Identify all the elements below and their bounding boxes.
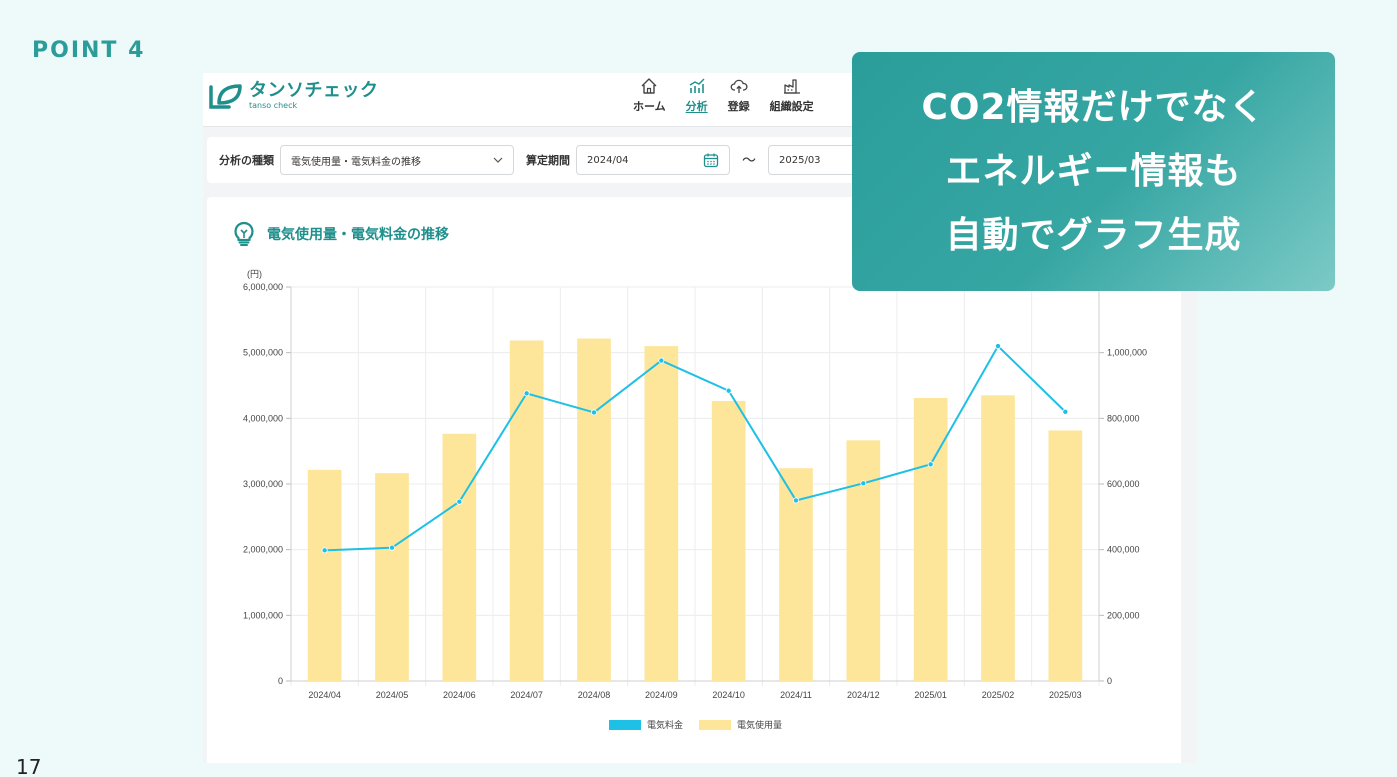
legend-label-cost: 電気料金 <box>647 719 683 730</box>
point-electricity-cost <box>927 461 934 468</box>
y-left-tick-label: 5,000,000 <box>243 348 283 358</box>
point-electricity-cost <box>658 357 665 364</box>
point-electricity-cost <box>1062 408 1069 415</box>
x-tick-label: 2024/10 <box>712 690 745 700</box>
point-electricity-cost <box>523 390 530 397</box>
logo[interactable]: タンソチェック tanso check <box>207 81 379 111</box>
point-electricity-cost <box>321 547 328 554</box>
point-electricity-cost <box>456 498 463 505</box>
nav-label-home: ホーム <box>633 100 666 113</box>
bar-electricity-usage <box>711 400 746 681</box>
period-separator: 〜 <box>742 153 756 169</box>
point-electricity-cost <box>860 480 867 487</box>
point-label: POINT 4 <box>32 38 146 63</box>
logo-name: タンソチェック <box>249 80 379 101</box>
point-electricity-cost <box>725 387 732 394</box>
x-tick-label: 2025/02 <box>982 690 1015 700</box>
period-label: 算定期間 <box>526 154 570 167</box>
legend-swatch-cost <box>609 720 641 730</box>
y-right-tick-label: 0 <box>1107 676 1112 686</box>
analytics-icon <box>689 78 705 93</box>
y-left-tick-label: 6,000,000 <box>243 282 283 292</box>
bar-electricity-usage <box>375 473 409 681</box>
legend-swatch-usage <box>699 720 731 730</box>
bar-electricity-usage <box>644 346 679 681</box>
home-icon <box>641 78 657 94</box>
bar-electricity-usage <box>1048 430 1083 681</box>
logo-mark-icon <box>207 81 243 111</box>
factory-icon <box>783 79 800 94</box>
analysis-type-label: 分析の種類 <box>219 154 274 167</box>
x-tick-label: 2024/09 <box>645 690 678 700</box>
cloud-upload-icon <box>730 79 748 93</box>
callout-line-3: 自動でグラフ生成 <box>945 214 1242 256</box>
bar-electricity-usage <box>307 469 342 681</box>
y-left-tick-label: 3,000,000 <box>243 479 283 489</box>
nav-item-org-settings[interactable]: 組織設定 <box>770 77 814 114</box>
y-right-tick-label: 400,000 <box>1107 545 1140 555</box>
x-tick-label: 2024/11 <box>780 690 812 700</box>
y-left-tick-label: 4,000,000 <box>243 413 283 423</box>
bar-electricity-usage <box>577 338 611 681</box>
legend-label-usage: 電気使用量 <box>737 719 782 730</box>
x-tick-label: 2024/08 <box>578 690 611 700</box>
callout-line-2: エネルギー情報も <box>945 150 1242 192</box>
x-tick-label: 2024/06 <box>443 690 476 700</box>
nav-item-register[interactable]: 登録 <box>728 77 750 114</box>
y-left-tick-label: 0 <box>278 676 283 686</box>
y-right-tick-label: 800,000 <box>1107 413 1140 423</box>
bar-electricity-usage <box>913 397 948 681</box>
main-nav: ホーム 分析 登録 組織設定 <box>633 77 814 114</box>
y-left-tick-label: 2,000,000 <box>243 545 283 555</box>
nav-label-org-settings: 組織設定 <box>769 100 814 113</box>
feature-callout: CO2情報だけでなく エネルギー情報も 自動でグラフ生成 <box>852 52 1335 291</box>
x-tick-label: 2025/01 <box>914 690 947 700</box>
bar-electricity-usage <box>442 433 477 681</box>
period-end-value: 2025/03 <box>779 154 821 166</box>
point-electricity-cost <box>793 497 800 504</box>
analysis-type-select[interactable]: 電気使用量・電気料金の推移 <box>280 145 514 175</box>
y-left-unit-label: (円) <box>247 269 262 279</box>
period-start-value: 2024/04 <box>587 154 629 166</box>
page-number: 17 <box>16 755 42 777</box>
period-start-input[interactable]: 2024/04 <box>576 145 730 175</box>
nav-label-register: 登録 <box>727 100 750 113</box>
y-right-tick-label: 600,000 <box>1107 479 1140 489</box>
bar-electricity-usage <box>981 395 1015 681</box>
calendar-icon[interactable] <box>703 152 719 168</box>
y-left-tick-label: 1,000,000 <box>243 610 283 620</box>
y-right-tick-label: 1,000,000 <box>1107 348 1147 358</box>
x-tick-label: 2024/07 <box>510 690 543 700</box>
point-electricity-cost <box>590 409 597 416</box>
x-tick-label: 2025/03 <box>1049 690 1082 700</box>
point-electricity-cost <box>995 343 1002 350</box>
logo-sub: tanso check <box>249 101 298 110</box>
x-tick-label: 2024/12 <box>847 690 880 700</box>
chevron-down-icon <box>493 157 503 163</box>
bar-electricity-usage <box>846 440 881 681</box>
x-tick-label: 2024/05 <box>376 690 409 700</box>
nav-label-analytics: 分析 <box>685 100 708 113</box>
nav-item-home[interactable]: ホーム <box>633 77 666 114</box>
x-tick-label: 2024/04 <box>308 690 341 700</box>
nav-item-analytics[interactable]: 分析 <box>686 77 708 114</box>
point-electricity-cost <box>388 544 395 551</box>
callout-line-1: CO2情報だけでなく <box>921 86 1266 128</box>
analysis-type-value: 電気使用量・電気料金の推移 <box>291 156 421 168</box>
y-right-tick-label: 200,000 <box>1107 610 1140 620</box>
